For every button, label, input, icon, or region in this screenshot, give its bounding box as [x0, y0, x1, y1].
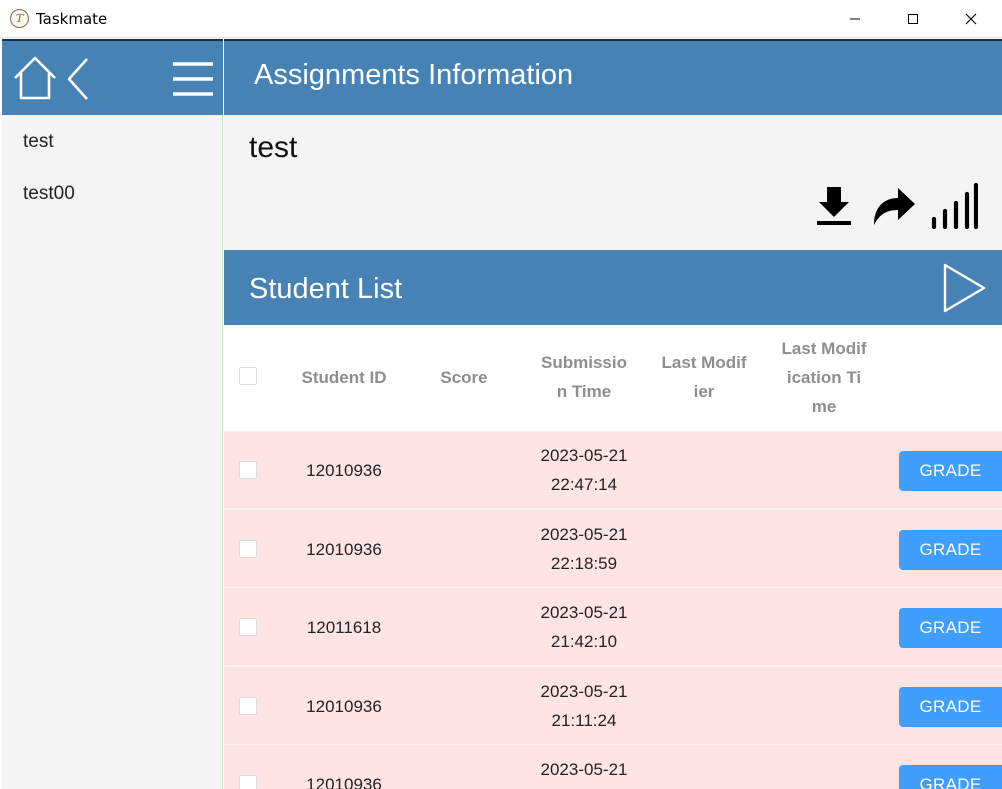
- table-row: 12011618 2023-05-21 21:42:10 GRADE: [224, 588, 1002, 666]
- grade-button[interactable]: GRADE: [899, 608, 1002, 648]
- column-last-modifier[interactable]: Last Modif ier: [644, 348, 764, 406]
- row-checkbox[interactable]: [239, 461, 257, 479]
- student-id-cell: 12011618: [306, 618, 382, 637]
- column-score[interactable]: Score: [404, 363, 524, 392]
- stats-icon[interactable]: [930, 183, 978, 229]
- submission-date: 2023-05-21: [540, 446, 628, 465]
- sidebar-header: [2, 39, 223, 115]
- row-checkbox[interactable]: [239, 697, 257, 715]
- submission-time-cell: 2023-05-21 22:18:59: [524, 520, 644, 578]
- main-header: Assignments Information: [224, 39, 1002, 115]
- table-row: 12010936 2023-05-21 21:11:24 GRADE: [224, 667, 1002, 745]
- minimize-icon: [850, 18, 860, 20]
- table-row: 12010936 2023-05-21 22:47:14 GRADE: [224, 431, 1002, 509]
- close-icon: [965, 13, 977, 25]
- back-icon[interactable]: [64, 56, 92, 102]
- app-logo-icon: T: [10, 9, 29, 28]
- column-header-line: ication Ti: [786, 368, 862, 387]
- submission-time-cell: 2023-05-21 22:47:14: [524, 441, 644, 499]
- column-header-line: Student ID: [301, 368, 387, 387]
- main-panel: Assignments Information test Student Lis…: [224, 39, 1002, 789]
- minimize-button[interactable]: [826, 0, 884, 38]
- submission-date: 2023-05-21: [540, 682, 628, 701]
- share-icon[interactable]: [872, 185, 916, 227]
- column-last-modification-time[interactable]: Last Modif ication Ti me: [764, 334, 884, 421]
- grade-button[interactable]: GRADE: [899, 687, 1002, 727]
- maximize-icon: [908, 14, 918, 24]
- page-title: Assignments Information: [254, 59, 574, 91]
- student-id-cell: 12010936: [306, 697, 382, 716]
- column-header-line: Submissio: [541, 353, 627, 372]
- row-checkbox[interactable]: [239, 775, 257, 789]
- sidebar-item-test00[interactable]: test00: [23, 183, 75, 205]
- home-icon[interactable]: [11, 54, 59, 102]
- student-list-title: Student List: [249, 273, 403, 305]
- submission-clock: 22:18:59: [550, 554, 618, 573]
- submission-time-cell: 2023-05-21 21:11:24: [524, 677, 644, 735]
- column-header-line: Last Modif: [781, 339, 867, 358]
- sidebar: test test00: [2, 39, 223, 789]
- submission-clock: 22:47:14: [550, 475, 618, 494]
- submission-date: 2023-05-21: [540, 525, 628, 544]
- student-table-header: Student ID Score Submissio n Time Last M…: [224, 325, 1002, 431]
- submission-time-cell: 2023-05-21 21:42:10: [524, 598, 644, 656]
- download-icon[interactable]: [816, 185, 852, 227]
- row-checkbox[interactable]: [239, 618, 257, 636]
- grade-button[interactable]: GRADE: [899, 530, 1002, 570]
- student-id-cell: 12010936: [306, 540, 382, 559]
- student-list-header: Student List: [224, 250, 1002, 325]
- submission-date: 2023-05-21: [540, 760, 628, 779]
- assignment-name: test: [249, 131, 298, 164]
- submission-clock: 21:42:10: [550, 632, 618, 651]
- sidebar-item-test[interactable]: test: [23, 131, 54, 153]
- student-id-cell: 12010936: [306, 461, 382, 480]
- submission-date: 2023-05-21: [540, 603, 628, 622]
- table-row: 12010936 2023-05-21 22:18:59 GRADE: [224, 510, 1002, 588]
- grade-button[interactable]: GRADE: [899, 451, 1002, 491]
- grade-button[interactable]: GRADE: [899, 765, 1002, 789]
- window-titlebar: T Taskmate: [0, 0, 1002, 38]
- column-header-line: Last Modif: [661, 353, 747, 372]
- column-header-line: ier: [693, 382, 715, 401]
- student-id-cell: 12010936: [306, 775, 382, 789]
- column-student-id[interactable]: Student ID: [284, 363, 404, 392]
- column-header-line: n Time: [556, 382, 612, 401]
- maximize-button[interactable]: [884, 0, 942, 38]
- row-checkbox[interactable]: [239, 540, 257, 558]
- submission-time-cell: 2023-05-21: [524, 755, 644, 784]
- table-row: 12010936 2023-05-21 GRADE: [224, 745, 1002, 789]
- close-button[interactable]: [942, 0, 1000, 38]
- window-title: Taskmate: [36, 10, 108, 28]
- menu-icon[interactable]: [171, 60, 215, 98]
- play-icon[interactable]: [942, 262, 988, 314]
- column-header-line: Score: [440, 368, 488, 387]
- column-header-line: me: [811, 397, 837, 416]
- submission-clock: 21:11:24: [551, 711, 617, 730]
- column-submission-time[interactable]: Submissio n Time: [524, 348, 644, 406]
- select-all-checkbox[interactable]: [239, 367, 257, 385]
